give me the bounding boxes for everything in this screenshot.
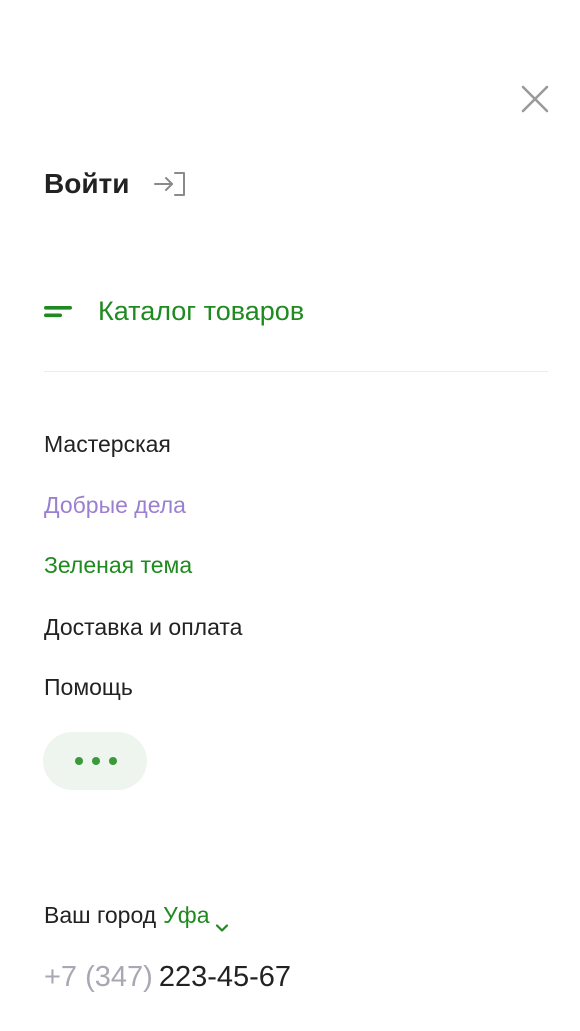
menu-item-workshop[interactable]: Мастерская (44, 429, 171, 459)
chevron-down-icon[interactable] (215, 910, 229, 932)
menu-item-help[interactable]: Помощь (44, 672, 133, 702)
catalog-link[interactable]: Каталог товаров (44, 292, 304, 330)
city-value[interactable]: Уфа (163, 900, 209, 930)
city-selector: Ваш город Уфа (44, 900, 229, 932)
more-button[interactable] (43, 732, 147, 790)
city-label: Ваш город (44, 902, 157, 928)
menu-item-delivery-payment[interactable]: Доставка и оплата (44, 612, 242, 642)
login-label: Войти (44, 168, 130, 199)
menu-item-green-theme[interactable]: Зеленая тема (44, 550, 192, 580)
close-button[interactable] (518, 82, 552, 116)
phone-number: 223-45-67 (158, 961, 292, 993)
menu-lines-icon (44, 301, 74, 321)
phone-prefix: +7 (347) (44, 961, 153, 993)
login-icon (153, 168, 189, 200)
divider (44, 371, 548, 372)
menu-item-good-deeds[interactable]: Добрые дела (44, 490, 186, 520)
login-link[interactable]: Войти (44, 164, 189, 204)
close-icon (521, 85, 549, 113)
phone-link[interactable]: +7 (347) 223-45-67 (44, 958, 291, 996)
catalog-label: Каталог товаров (98, 296, 305, 326)
